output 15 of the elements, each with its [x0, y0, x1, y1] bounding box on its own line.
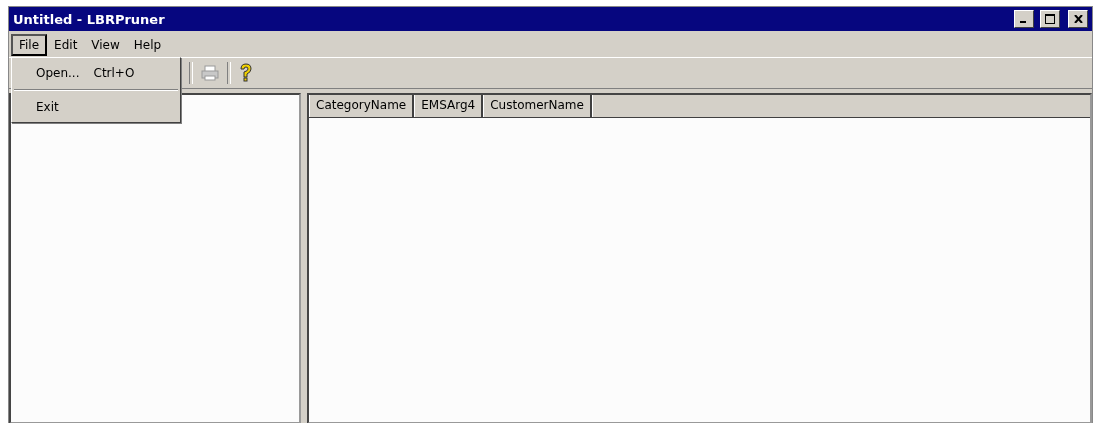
close-button[interactable]	[1068, 10, 1088, 28]
maximize-button[interactable]	[1040, 10, 1060, 28]
minimize-button[interactable]	[1014, 10, 1034, 28]
close-icon	[1073, 15, 1083, 23]
menu-item[interactable]: Help	[126, 35, 169, 55]
column-header[interactable]: EMSArg4	[414, 95, 484, 117]
menu-entry[interactable]: Open... Ctrl+O	[12, 61, 180, 85]
menu-entry[interactable]: Exit	[12, 95, 180, 119]
column-header[interactable]: CustomerName	[483, 95, 592, 117]
window-title: Untitled - LBRPruner	[13, 11, 166, 27]
menu-item[interactable]: Edit	[47, 35, 85, 55]
maximize-icon	[1045, 14, 1055, 24]
menu-item[interactable]: View	[84, 35, 127, 55]
column-header[interactable]: CategoryName	[309, 95, 415, 117]
menu-item[interactable]: File	[11, 34, 48, 56]
